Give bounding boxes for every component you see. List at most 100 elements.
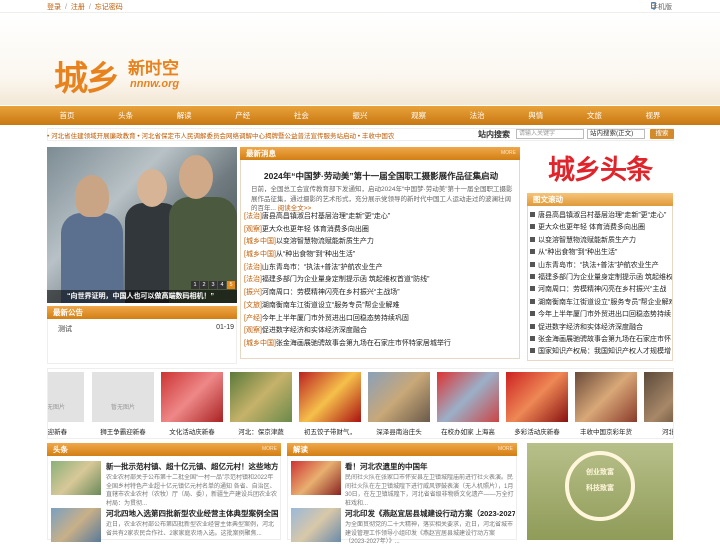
news-category[interactable]: [文旅] bbox=[244, 302, 262, 309]
photo-thumb[interactable]: 河北省经 bbox=[644, 372, 673, 438]
news-title[interactable]: 湖南衡南车江街道设立“服务专员”帮企业解难 bbox=[262, 302, 400, 309]
slideshow-page-button[interactable]: 2 bbox=[200, 281, 208, 289]
list-item[interactable]: [观察]更大众也更年轻 体育消费多向出圈 bbox=[244, 224, 518, 237]
thumb-caption[interactable]: 深泽县南治庄头 bbox=[368, 426, 430, 436]
thumb-image[interactable] bbox=[644, 372, 673, 422]
photo-thumb[interactable]: 初五饺子带财气， bbox=[299, 372, 361, 438]
thumb-caption[interactable]: 河北省经 bbox=[644, 426, 673, 436]
photo-thumb[interactable]: 河北：保京津蔬 bbox=[230, 372, 292, 438]
list-item[interactable]: 促进数字经济和实体经济深度融合 bbox=[530, 322, 672, 334]
article[interactable]: 河北印发《燕赵宜居县城建设行动方案（2023-2027 为全面贯彻党的二十大精神… bbox=[345, 508, 515, 555]
article[interactable]: 河北四地入选第四批新型农业经营主体典型案例全国推 近日，农业农村部公布第四批新型… bbox=[106, 508, 278, 555]
thumb-caption[interactable]: 大”迎新春 bbox=[48, 426, 84, 436]
nav-item-industry[interactable]: 产经 bbox=[218, 106, 268, 125]
thumb-image[interactable] bbox=[92, 372, 154, 422]
search-scope-select[interactable]: 站内搜索(正文) bbox=[587, 129, 645, 139]
photo-thumb[interactable]: 深泽县南治庄头 bbox=[368, 372, 430, 438]
list-item[interactable]: [法治]唐县高昌镇淑吕村基层治理“走新”更“走心” bbox=[244, 211, 518, 224]
nav-item-public-opinion[interactable]: 舆情 bbox=[511, 106, 561, 125]
list-item[interactable]: 国家知识产权局：我国知识产权人才规模增 bbox=[530, 346, 672, 358]
list-item[interactable]: 张金海画展驰骋故事会第九场在石家庄市怀 bbox=[530, 334, 672, 346]
article[interactable]: 新一批示范村镇、超十亿元镇、超亿元村！这些地方入 农业农村部关于公布第十二批全国… bbox=[106, 461, 278, 508]
news-title[interactable]: 河南周口：劳模精神闪亮在乡村振兴“主战场” bbox=[262, 289, 400, 296]
news-category[interactable]: [观察] bbox=[244, 226, 262, 233]
nav-item-home[interactable]: 首页 bbox=[42, 106, 92, 125]
news-category[interactable]: [观察] bbox=[244, 327, 262, 334]
list-item[interactable]: 以变溶智慧物流赋能新质生产力 bbox=[530, 235, 672, 247]
news-title[interactable]: 今年上半年厦门市外贸进出口回稳态势持续巩固 bbox=[262, 315, 409, 322]
nav-item-vision[interactable]: 视界 bbox=[628, 106, 678, 125]
article[interactable]: 看！河北农遗里的中国年 民间社火队在张家口市怀安县左卫镇城隍庙前进行社火表演。民… bbox=[345, 461, 515, 508]
article-title[interactable]: 河北四地入选第四批新型农业经营主体典型案例全国推 bbox=[106, 508, 278, 519]
thumb-image[interactable] bbox=[506, 372, 568, 422]
thumb-caption[interactable]: 狮王争霸迎新春 bbox=[92, 426, 154, 436]
list-item[interactable]: 更大众也更年轻 体育消费多向出圈 bbox=[530, 222, 672, 234]
article-thumb[interactable] bbox=[291, 461, 341, 495]
news-category[interactable]: [城乡中国] bbox=[244, 238, 276, 245]
thumb-caption[interactable]: 丰收中国京彩年货 bbox=[575, 426, 637, 436]
thumb-caption[interactable]: 多彩活动庆新春 bbox=[506, 426, 568, 436]
news-title[interactable]: 促进数字经济和实体经济深度融合 bbox=[262, 327, 367, 334]
article-title[interactable]: 河北印发《燕赵宜居县城建设行动方案（2023-2027 bbox=[345, 508, 515, 519]
news-category[interactable]: [产经] bbox=[244, 315, 262, 322]
news-title[interactable]: 以变溶智慧物流赋能新质生产力 bbox=[276, 238, 374, 245]
slideshow-caption[interactable]: “向世界证明，中国人也可以做高端数码相机！” bbox=[47, 290, 237, 303]
headlines-logo[interactable]: 城乡头条 bbox=[548, 148, 653, 187]
news-category[interactable]: [法治] bbox=[244, 264, 262, 271]
thumb-image[interactable] bbox=[230, 372, 292, 422]
photo-thumb[interactable]: 在校办如家 上海高 bbox=[437, 372, 499, 438]
list-item[interactable]: [法治]福建多部门为企业量身定制提示函 筑起维权首道“防线” bbox=[244, 274, 518, 287]
list-item[interactable]: 从“种出食物”到“种出生活” bbox=[530, 247, 672, 259]
slideshow-page-button[interactable]: 1 bbox=[191, 281, 199, 289]
news-category[interactable]: [振兴] bbox=[244, 289, 262, 296]
more-link[interactable]: MORE bbox=[498, 443, 513, 456]
register-link[interactable]: 注册 bbox=[71, 4, 85, 11]
list-item[interactable]: [城乡中国]从“种出食物”到“种出生活” bbox=[244, 249, 518, 262]
notice-item[interactable]: 测试 01-19 bbox=[58, 324, 234, 334]
thumb-caption[interactable]: 初五饺子带财气， bbox=[299, 426, 361, 436]
nav-item-culture-tourism[interactable]: 文旅 bbox=[569, 106, 619, 125]
slideshow-image[interactable]: 1 2 3 4 5 “向世界证明，中国人也可以做高端数码相机！” bbox=[47, 147, 237, 303]
nav-item-interpretation[interactable]: 解读 bbox=[159, 106, 209, 125]
nav-item-revitalization[interactable]: 振兴 bbox=[335, 106, 385, 125]
news-category[interactable]: [城乡中国] bbox=[244, 251, 276, 258]
news-title[interactable]: 福建多部门为企业量身定制提示函 筑起维权首道“防线” bbox=[262, 276, 430, 283]
thumb-image[interactable] bbox=[299, 372, 361, 422]
list-item[interactable]: 福建多部门为企业量身定制提示函 筑起维权 bbox=[530, 272, 672, 284]
list-item[interactable]: [振兴]河南周口：劳模精神闪亮在乡村振兴“主战场” bbox=[244, 287, 518, 300]
thumb-image[interactable] bbox=[575, 372, 637, 422]
list-item[interactable]: [法治]山东青岛市：“执法+普法”护航农业生产 bbox=[244, 262, 518, 275]
nav-item-observation[interactable]: 观察 bbox=[394, 106, 444, 125]
photo-thumb[interactable]: 文化活动庆新春 bbox=[161, 372, 223, 438]
nav-item-law[interactable]: 法治 bbox=[452, 106, 502, 125]
forgot-password-link[interactable]: 忘记密码 bbox=[95, 4, 123, 11]
list-item[interactable]: 湖南衡南车江街道设立“服务专员”帮企业解难 bbox=[530, 297, 672, 309]
news-title[interactable]: 更大众也更年轻 体育消费多向出圈 bbox=[262, 226, 369, 233]
list-item[interactable]: [城乡中国]张金海画展驰骋故事会第九场在石家庄市怀特家居城举行 bbox=[244, 338, 518, 351]
thumb-image[interactable] bbox=[48, 372, 84, 422]
list-item[interactable]: [观察]促进数字经济和实体经济深度融合 bbox=[244, 325, 518, 338]
list-item[interactable]: 山东青岛市：“执法+普法”护航农业生产 bbox=[530, 260, 672, 272]
nav-item-society[interactable]: 社会 bbox=[276, 106, 326, 125]
news-category[interactable]: [法治] bbox=[244, 213, 262, 220]
news-title[interactable]: 山东青岛市：“执法+普法”护航农业生产 bbox=[262, 264, 383, 271]
news-ticker[interactable]: • 河北省住建领域开展廉政教育 • 河北省保定市人民调解委员会网络调解中心揭牌暨… bbox=[47, 130, 455, 140]
news-category[interactable]: [法治] bbox=[244, 276, 262, 283]
thumb-caption[interactable]: 河北：保京津蔬 bbox=[230, 426, 292, 436]
thumb-caption[interactable]: 文化活动庆新春 bbox=[161, 426, 223, 436]
search-button[interactable]: 搜索 bbox=[650, 129, 674, 139]
list-item[interactable]: [产经]今年上半年厦门市外贸进出口回稳态势持续巩固 bbox=[244, 313, 518, 326]
login-link[interactable]: 登录 bbox=[47, 4, 61, 11]
thumb-image[interactable] bbox=[368, 372, 430, 422]
photo-thumb[interactable]: 狮王争霸迎新春 bbox=[92, 372, 154, 438]
more-link[interactable]: MORE bbox=[262, 443, 277, 456]
featured-headline[interactable]: 2024年“中国梦·劳动美”第十一届全国职工摄影展作品征集启动 bbox=[241, 170, 521, 182]
thumb-image[interactable] bbox=[161, 372, 223, 422]
list-item[interactable]: 唐县高昌镇淑吕村基层治理“走新”更“走心” bbox=[530, 210, 672, 222]
more-link[interactable]: MORE bbox=[501, 147, 516, 160]
slideshow-page-button[interactable]: 4 bbox=[218, 281, 226, 289]
article-thumb[interactable] bbox=[291, 508, 341, 542]
list-item[interactable]: 河南周口：劳模精神闪亮在乡村振兴“主战 bbox=[530, 284, 672, 296]
slideshow-page-button[interactable]: 3 bbox=[209, 281, 217, 289]
news-title[interactable]: 唐县高昌镇淑吕村基层治理“走新”更“走心” bbox=[262, 213, 390, 220]
